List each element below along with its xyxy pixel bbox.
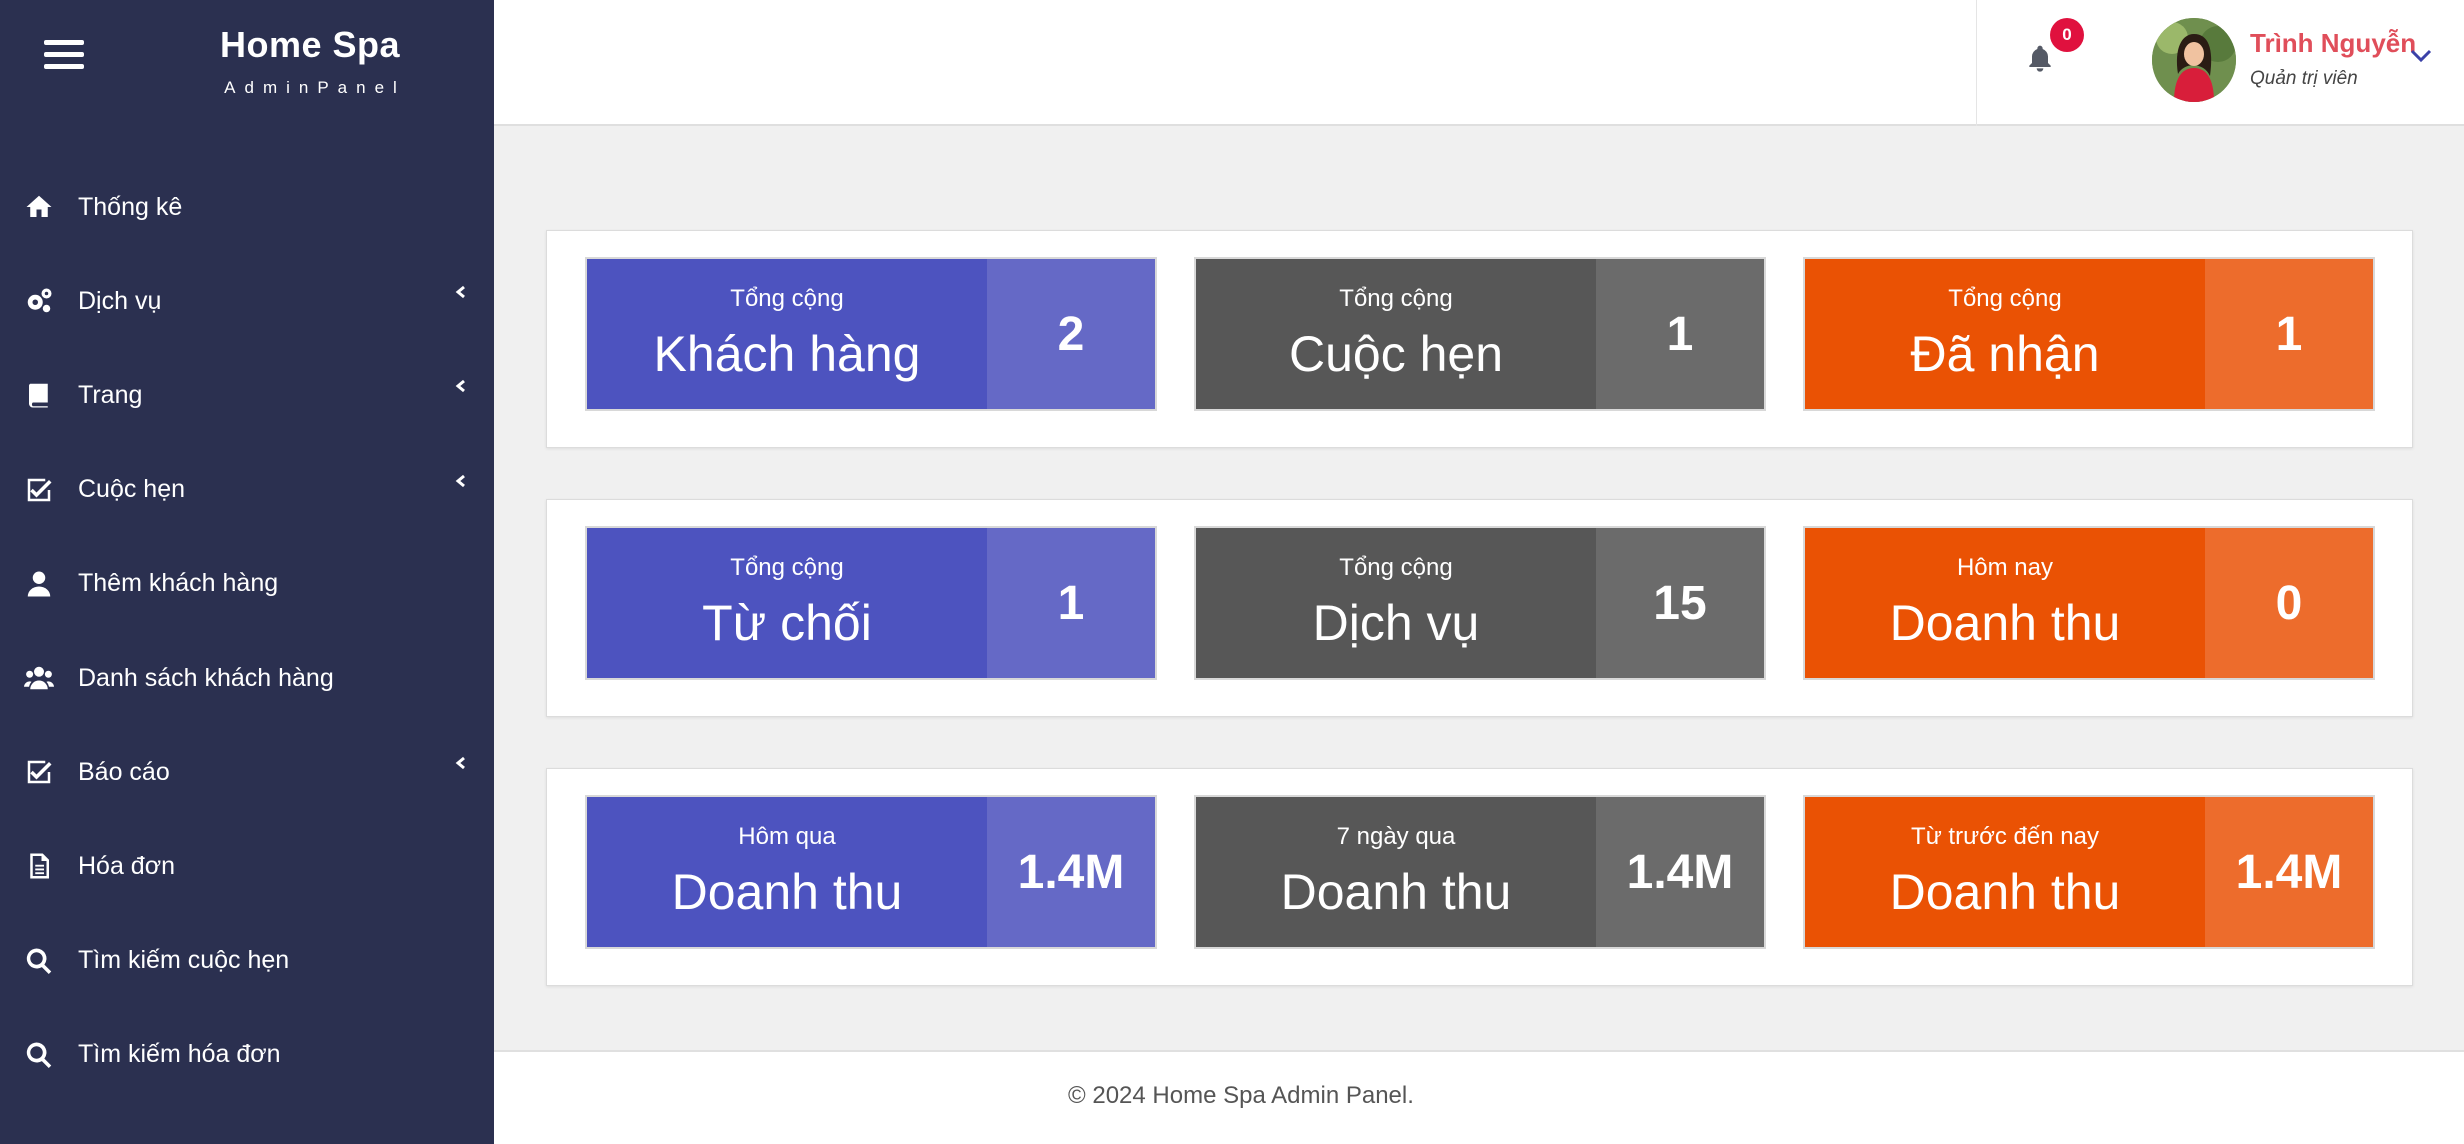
check-square-icon — [22, 755, 56, 789]
sidebar-item-label: Tìm kiếm cuộc hẹn — [78, 946, 290, 975]
stat-card-title: Dịch vụ — [1312, 595, 1480, 651]
home-icon — [22, 190, 56, 224]
sidebar-item-hoa-don[interactable]: Hóa đơn — [0, 819, 494, 913]
stat-card-caption: Hôm qua — [738, 823, 836, 850]
stat-card-value: 1 — [2205, 259, 2373, 409]
stat-card-value: 1 — [1596, 259, 1764, 409]
sidebar-item-trang[interactable]: Trang — [0, 348, 494, 442]
users-icon — [22, 661, 56, 695]
stat-card-main: Tổng cộng Từ chối — [587, 528, 987, 678]
stat-card-doanh-thu-hom-nay[interactable]: Hôm nay Doanh thu 0 — [1803, 526, 2375, 680]
stat-card-main: Tổng cộng Dịch vụ — [1196, 528, 1596, 678]
sidebar-item-label: Thống kê — [78, 192, 183, 221]
sidebar-item-label: Danh sách khách hàng — [78, 663, 334, 692]
user-role: Quản trị viên — [2250, 68, 2358, 89]
chevron-left-icon — [454, 756, 468, 770]
stat-card-main: Tổng cộng Khách hàng — [587, 259, 987, 409]
brand-subtitle: AdminPanel — [224, 78, 406, 97]
stat-card-title: Doanh thu — [1889, 864, 2121, 920]
book-icon — [22, 378, 56, 412]
stat-card-value: 0 — [2205, 528, 2373, 678]
stat-card-value: 1 — [987, 528, 1155, 678]
stat-card-title: Doanh thu — [1889, 595, 2121, 651]
sidebar-item-them-khach-hang[interactable]: Thêm khách hàng — [0, 537, 494, 631]
stat-card-cuoc-hen[interactable]: Tổng cộng Cuộc hẹn 1 — [1194, 257, 1766, 411]
stat-card-caption: Tổng cộng — [730, 554, 844, 581]
footer-copyright: © 2024 Home Spa Admin Panel. — [1068, 1082, 1414, 1109]
sidebar-nav: Thống kê Dịch vụ Trang Cuộc hẹn Thêm khá… — [0, 160, 494, 1102]
stat-card-caption: Tổng cộng — [1339, 285, 1453, 312]
file-icon — [22, 849, 56, 883]
stat-card-caption: 7 ngày qua — [1336, 823, 1456, 850]
stat-card-main: Hôm nay Doanh thu — [1805, 528, 2205, 678]
stat-card-title: Từ chối — [702, 595, 872, 651]
stat-card-value: 1.4M — [2205, 797, 2373, 947]
stat-card-khach-hang[interactable]: Tổng cộng Khách hàng 2 — [585, 257, 1157, 411]
stat-card-doanh-thu-tong[interactable]: Từ trước đến nay Doanh thu 1.4M — [1803, 795, 2375, 949]
stat-card-caption: Tổng cộng — [730, 285, 844, 312]
stat-card-main: Từ trước đến nay Doanh thu — [1805, 797, 2205, 947]
footer: © 2024 Home Spa Admin Panel. — [494, 1050, 2464, 1144]
sidebar-item-thong-ke[interactable]: Thống kê — [0, 160, 494, 254]
stat-card-doanh-thu-7-ngay[interactable]: 7 ngày qua Doanh thu 1.4M — [1194, 795, 1766, 949]
chevron-left-icon — [454, 285, 468, 299]
stat-card-tu-choi[interactable]: Tổng cộng Từ chối 1 — [585, 526, 1157, 680]
notification-badge: 0 — [2050, 18, 2084, 52]
chevron-down-icon[interactable] — [2408, 42, 2436, 70]
stat-card-title: Cuộc hẹn — [1288, 326, 1504, 382]
sidebar-item-label: Hóa đơn — [78, 851, 176, 880]
stat-card-caption: Tổng cộng — [1339, 554, 1453, 581]
stat-card-doanh-thu-hom-qua[interactable]: Hôm qua Doanh thu 1.4M — [585, 795, 1157, 949]
stat-card-dich-vu[interactable]: Tổng cộng Dịch vụ 15 — [1194, 526, 1766, 680]
avatar[interactable] — [2152, 18, 2236, 102]
stat-card-value: 1.4M — [1596, 797, 1764, 947]
stat-card-value: 2 — [987, 259, 1155, 409]
sidebar-item-label: Dịch vụ — [78, 286, 162, 315]
stat-card-main: Tổng cộng Cuộc hẹn — [1196, 259, 1596, 409]
sidebar-item-bao-cao[interactable]: Báo cáo — [0, 725, 494, 819]
search-icon — [22, 1038, 56, 1072]
stats-panel-row-2: Tổng cộng Từ chối 1 Tổng cộng Dịch vụ 15… — [546, 499, 2413, 717]
sidebar-item-label: Thêm khách hàng — [78, 569, 279, 598]
sidebar-item-label: Tìm kiếm hóa đơn — [78, 1040, 281, 1069]
top-header: 0 Trình Nguyễn Quản trị viên — [494, 0, 2464, 126]
search-icon — [22, 944, 56, 978]
sidebar: Home Spa AdminPanel Thống kê Dịch vụ Tra… — [0, 0, 494, 1144]
sidebar-item-dich-vu[interactable]: Dịch vụ — [0, 254, 494, 348]
stat-card-main: 7 ngày qua Doanh thu — [1196, 797, 1596, 947]
header-divider — [1976, 0, 1977, 126]
chevron-left-icon — [454, 474, 468, 488]
stat-card-main: Hôm qua Doanh thu — [587, 797, 987, 947]
stats-panel-row-1: Tổng cộng Khách hàng 2 Tổng cộng Cuộc hẹ… — [546, 230, 2413, 448]
sidebar-item-label: Cuộc hẹn — [78, 475, 186, 504]
stats-panel-row-3: Hôm qua Doanh thu 1.4M 7 ngày qua Doanh … — [546, 768, 2413, 986]
stat-card-caption: Hôm nay — [1956, 554, 2054, 581]
brand[interactable]: Home Spa AdminPanel — [200, 24, 420, 98]
sidebar-item-danh-sach-khach-hang[interactable]: Danh sách khách hàng — [0, 631, 494, 725]
user-name[interactable]: Trình Nguyễn — [2250, 28, 2416, 59]
user-icon — [22, 567, 56, 601]
stat-card-title: Khách hàng — [653, 326, 921, 382]
stat-card-title: Doanh thu — [1280, 864, 1512, 920]
stat-card-main: Tổng cộng Đã nhận — [1805, 259, 2205, 409]
sidebar-item-tim-kiem-cuoc-hen[interactable]: Tìm kiếm cuộc hẹn — [0, 914, 494, 1008]
stat-card-caption: Từ trước đến nay — [1911, 823, 2099, 850]
sidebar-item-label: Trang — [78, 380, 143, 409]
stat-card-da-nhan[interactable]: Tổng cộng Đã nhận 1 — [1803, 257, 2375, 411]
stat-card-title: Doanh thu — [671, 864, 903, 920]
sidebar-item-cuoc-hen[interactable]: Cuộc hẹn — [0, 443, 494, 537]
brand-title: Home Spa — [219, 24, 401, 65]
menu-toggle-icon[interactable] — [44, 40, 84, 74]
sidebar-item-tim-kiem-hoa-don[interactable]: Tìm kiếm hóa đơn — [0, 1008, 494, 1102]
gears-icon — [22, 284, 56, 318]
check-square-icon — [22, 473, 56, 507]
stat-card-caption: Tổng cộng — [1948, 285, 2062, 312]
sidebar-item-label: Báo cáo — [78, 757, 170, 786]
stat-card-value: 15 — [1596, 528, 1764, 678]
stat-card-value: 1.4M — [987, 797, 1155, 947]
stat-card-title: Đã nhận — [1910, 326, 2100, 382]
chevron-left-icon — [454, 379, 468, 393]
